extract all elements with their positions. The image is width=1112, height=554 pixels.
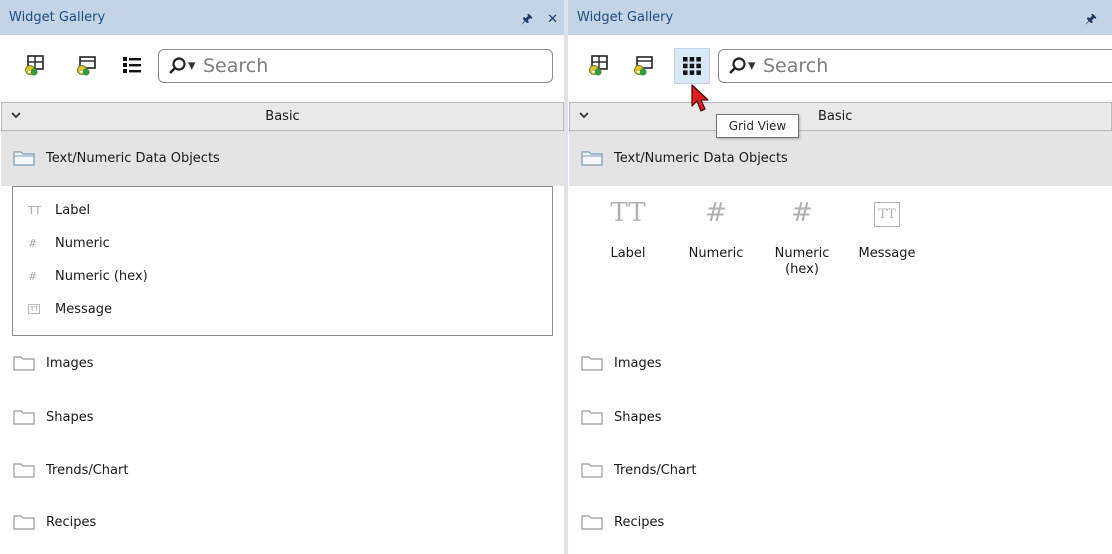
category-shapes[interactable]: Shapes — [569, 392, 1112, 444]
list-item-label: Label — [55, 203, 91, 218]
category-shapes[interactable]: Shapes — [1, 392, 564, 444]
add-widget-icon — [25, 55, 44, 76]
hash-icon: # — [28, 270, 38, 283]
search-icon — [169, 57, 186, 74]
category-label: Recipes — [46, 515, 97, 530]
widget-gallery-panel-list: Widget Gallery 🖈︎ ✕ ▾ Search Basic Text/… — [0, 0, 564, 554]
folder-icon — [581, 356, 603, 371]
category-images[interactable]: Images — [1, 338, 564, 390]
search-input[interactable] — [203, 53, 523, 79]
folder-icon — [13, 515, 35, 530]
category-label: Shapes — [46, 410, 94, 425]
folder-icon — [13, 151, 35, 166]
folder-icon — [13, 410, 35, 425]
hash-icon: # — [705, 198, 727, 228]
category-label: Trends/Chart — [614, 463, 697, 478]
group-header-basic[interactable]: Basic — [569, 102, 1112, 131]
folder-icon — [581, 151, 603, 166]
group-label: Basic — [818, 109, 853, 124]
list-view-button[interactable] — [116, 49, 148, 81]
list-view-icon — [123, 57, 141, 73]
widget-list: TT Label # Numeric # Numeric (hex) TT Me… — [12, 186, 553, 336]
gallery-toolbar: ▾ — [568, 35, 1112, 99]
folder-icon — [13, 463, 35, 478]
folder-icon — [581, 515, 603, 530]
category-trends-chart[interactable]: Trends/Chart — [1, 445, 564, 497]
category-recipes[interactable]: Recipes — [569, 497, 1112, 549]
gallery-toolbar: ▾ — [0, 35, 564, 99]
list-item-label: Numeric (hex) — [55, 269, 148, 284]
message-icon: TT — [28, 304, 41, 314]
search-box[interactable]: ▾ — [718, 49, 1112, 83]
list-item[interactable]: TT Label — [13, 196, 552, 228]
list-item-label: Numeric — [55, 236, 110, 251]
add-widget-button[interactable] — [583, 49, 615, 81]
edit-widget-icon — [634, 56, 653, 76]
list-item[interactable]: # Numeric — [13, 229, 552, 261]
category-text-numeric[interactable]: Text/Numeric Data Objects — [569, 131, 1112, 186]
tt-icon: TT — [28, 204, 42, 217]
category-label: Trends/Chart — [46, 463, 129, 478]
hash-icon: # — [28, 237, 38, 250]
category-images[interactable]: Images — [569, 338, 1112, 390]
grid-item-label: Numeric — [688, 246, 744, 261]
group-label: Basic — [265, 109, 300, 124]
list-item-label: Message — [55, 302, 112, 317]
grid-view-icon — [683, 57, 701, 75]
add-widget-icon — [589, 55, 608, 76]
message-icon: TT — [847, 198, 927, 230]
widget-grid: TT Label # Numeric # Numeric (hex) TT Me… — [576, 186, 1112, 336]
chevron-down-icon — [579, 112, 589, 119]
edit-widget-button[interactable] — [71, 49, 103, 81]
widget-gallery-panel-grid: Widget Gallery 🖈︎ ✕ — [568, 0, 1112, 554]
pin-icon[interactable]: 🖈︎ — [521, 12, 533, 27]
panel-title: Widget Gallery — [9, 10, 106, 25]
category-label: Text/Numeric Data Objects — [614, 151, 788, 166]
pin-icon[interactable]: 🖈︎ — [1085, 12, 1097, 27]
grid-view-tooltip: Grid View — [716, 114, 799, 138]
search-options-caret[interactable]: ▾ — [188, 56, 196, 74]
category-label: Text/Numeric Data Objects — [46, 151, 220, 166]
category-recipes[interactable]: Recipes — [1, 497, 564, 549]
group-header-basic[interactable]: Basic — [1, 102, 564, 131]
category-label: Recipes — [614, 515, 665, 530]
category-label: Shapes — [614, 410, 662, 425]
category-text-numeric[interactable]: Text/Numeric Data Objects — [1, 131, 564, 186]
search-box[interactable]: ▾ — [158, 49, 553, 83]
folder-icon — [581, 410, 603, 425]
folder-icon — [581, 463, 603, 478]
close-icon[interactable]: ✕ — [547, 12, 558, 27]
edit-widget-button[interactable] — [628, 49, 660, 81]
category-trends-chart[interactable]: Trends/Chart — [569, 445, 1112, 497]
panel-titlebar[interactable]: Widget Gallery 🖈︎ ✕ — [568, 0, 1112, 35]
hash-icon: # — [791, 198, 813, 228]
grid-item-label: Numeric (hex) — [774, 246, 830, 277]
folder-icon — [13, 356, 35, 371]
list-item[interactable]: TT Message — [13, 295, 552, 327]
category-label: Images — [46, 356, 94, 371]
list-item[interactable]: # Numeric (hex) — [13, 262, 552, 294]
panel-title: Widget Gallery — [577, 10, 674, 25]
grid-view-button[interactable] — [674, 48, 710, 84]
search-icon — [729, 57, 746, 74]
search-options-caret[interactable]: ▾ — [748, 56, 756, 74]
grid-item-label: Message — [858, 246, 916, 261]
panel-titlebar[interactable]: Widget Gallery 🖈︎ ✕ — [0, 0, 564, 35]
grid-item-label: Label — [610, 246, 646, 261]
tt-icon: TT — [610, 198, 646, 228]
add-widget-button[interactable] — [19, 49, 51, 81]
mouse-cursor-icon — [691, 84, 709, 112]
search-input[interactable] — [763, 53, 1083, 79]
category-label: Images — [614, 356, 662, 371]
edit-widget-icon — [77, 56, 96, 76]
